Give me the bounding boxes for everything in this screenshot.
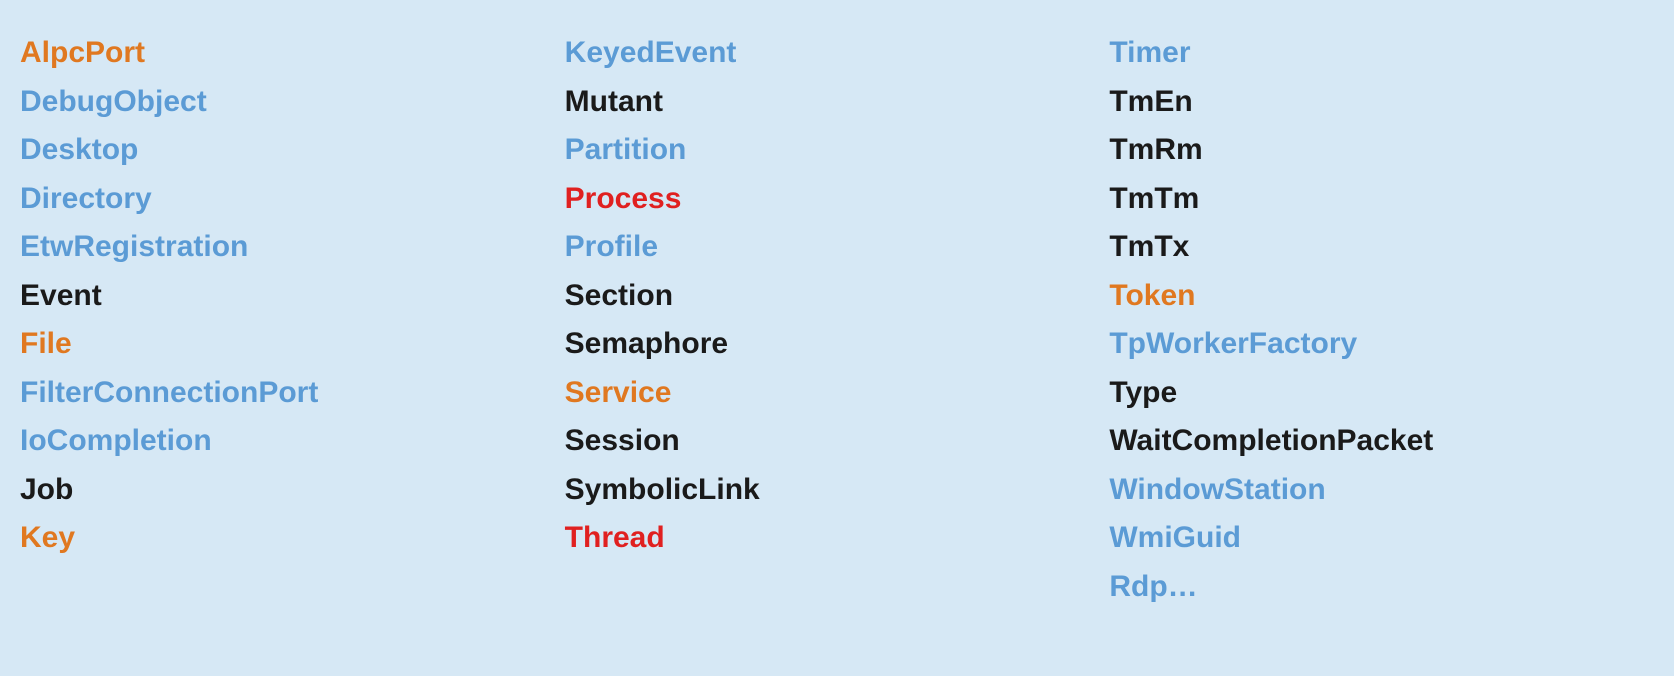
list-item: File <box>20 321 565 368</box>
list-item: TpWorkerFactory <box>1109 321 1654 368</box>
main-container: AlpcPortDebugObjectDesktopDirectoryEtwRe… <box>20 30 1654 610</box>
list-item: KeyedEvent <box>565 30 1110 77</box>
list-item: EtwRegistration <box>20 224 565 271</box>
column-2: KeyedEventMutantPartitionProcessProfileS… <box>565 30 1110 610</box>
column-3: TimerTmEnTmRmTmTmTmTxTokenTpWorkerFactor… <box>1109 30 1654 610</box>
list-item: Event <box>20 273 565 320</box>
list-item: Thread <box>565 515 1110 562</box>
list-item: Rdp… <box>1109 564 1654 611</box>
list-item: WindowStation <box>1109 467 1654 514</box>
column-1: AlpcPortDebugObjectDesktopDirectoryEtwRe… <box>20 30 565 610</box>
list-item: Job <box>20 467 565 514</box>
list-item: Desktop <box>20 127 565 174</box>
list-item: Process <box>565 176 1110 223</box>
list-item: Session <box>565 418 1110 465</box>
list-item: Mutant <box>565 79 1110 126</box>
list-item: Section <box>565 273 1110 320</box>
list-item: TmEn <box>1109 79 1654 126</box>
list-item: Partition <box>565 127 1110 174</box>
list-item: Token <box>1109 273 1654 320</box>
list-item: WaitCompletionPacket <box>1109 418 1654 465</box>
list-item: Type <box>1109 370 1654 417</box>
list-item: IoCompletion <box>20 418 565 465</box>
list-item: Directory <box>20 176 565 223</box>
list-item: TmTm <box>1109 176 1654 223</box>
list-item: AlpcPort <box>20 30 565 77</box>
list-item: SymbolicLink <box>565 467 1110 514</box>
list-item: Timer <box>1109 30 1654 77</box>
list-item: Profile <box>565 224 1110 271</box>
list-item: TmRm <box>1109 127 1654 174</box>
list-item: WmiGuid <box>1109 515 1654 562</box>
list-item: Service <box>565 370 1110 417</box>
list-item: Key <box>20 515 565 562</box>
list-item: FilterConnectionPort <box>20 370 565 417</box>
list-item: TmTx <box>1109 224 1654 271</box>
list-item: Semaphore <box>565 321 1110 368</box>
list-item: DebugObject <box>20 79 565 126</box>
